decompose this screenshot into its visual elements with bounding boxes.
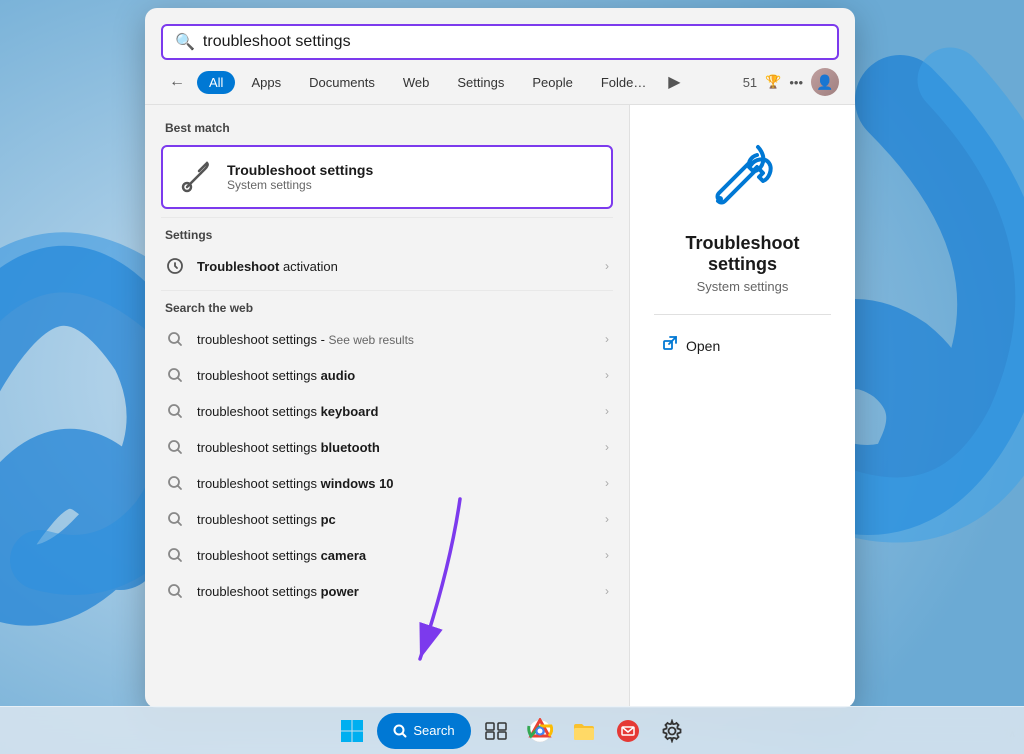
taskbar: Search bbox=[0, 706, 1024, 754]
web-item-0[interactable]: troubleshoot settings - See web results … bbox=[145, 321, 629, 357]
right-panel: Troubleshoot settings System settings Op… bbox=[630, 105, 855, 708]
web-item-3[interactable]: troubleshoot settings bluetooth › bbox=[145, 429, 629, 465]
web-item-text-5: troubleshoot settings pc bbox=[197, 512, 593, 527]
divider-1 bbox=[161, 217, 613, 218]
score-value: 51 bbox=[743, 75, 757, 90]
chevron-icon-5: › bbox=[605, 512, 609, 526]
search-input[interactable]: troubleshoot settings bbox=[203, 33, 825, 51]
web-item-text-7: troubleshoot settings power bbox=[197, 584, 593, 599]
best-match-item[interactable]: Troubleshoot settings System settings bbox=[161, 145, 613, 209]
best-match-text: Troubleshoot settings System settings bbox=[227, 162, 373, 192]
chevron-icon-2: › bbox=[605, 404, 609, 418]
filter-tabs: ← All Apps Documents Web Settings People… bbox=[145, 60, 855, 105]
settings-item-text: Troubleshoot activation bbox=[197, 259, 593, 274]
taskbar-search-button[interactable]: Search bbox=[377, 713, 470, 749]
back-button[interactable]: ← bbox=[161, 69, 193, 95]
taskbar-search-label: Search bbox=[413, 723, 454, 738]
best-match-subtitle: System settings bbox=[227, 178, 373, 192]
web-item-7[interactable]: troubleshoot settings power › bbox=[145, 573, 629, 609]
search-icon: 🔍 bbox=[175, 32, 195, 52]
circle-icon bbox=[165, 256, 185, 276]
search-web-icon-3 bbox=[165, 437, 185, 457]
web-section-label: Search the web bbox=[145, 297, 629, 321]
web-item-text-0: troubleshoot settings - See web results bbox=[197, 332, 593, 347]
external-link-icon bbox=[662, 335, 678, 356]
web-item-5[interactable]: troubleshoot settings pc › bbox=[145, 501, 629, 537]
right-panel-icon bbox=[703, 137, 783, 217]
mail-button[interactable] bbox=[609, 712, 647, 750]
right-panel-title: Troubleshoot settings bbox=[654, 233, 831, 275]
web-item-text-3: troubleshoot settings bluetooth bbox=[197, 440, 593, 455]
best-match-title: Troubleshoot settings bbox=[227, 162, 373, 178]
task-view-button[interactable] bbox=[477, 712, 515, 750]
tab-all[interactable]: All bbox=[197, 71, 235, 94]
settings-section-label: Settings bbox=[145, 224, 629, 248]
open-link[interactable]: Open bbox=[654, 331, 728, 360]
chevron-icon-0: › bbox=[605, 332, 609, 346]
settings-item-troubleshoot-activation[interactable]: Troubleshoot activation › bbox=[145, 248, 629, 284]
troubleshoot-icon bbox=[179, 159, 215, 195]
web-item-1[interactable]: troubleshoot settings audio › bbox=[145, 357, 629, 393]
divider-2 bbox=[161, 290, 613, 291]
right-panel-subtitle: System settings bbox=[697, 279, 789, 294]
best-match-label: Best match bbox=[145, 117, 629, 141]
search-web-icon-5 bbox=[165, 509, 185, 529]
web-item-text-2: troubleshoot settings keyboard bbox=[197, 404, 593, 419]
tab-settings[interactable]: Settings bbox=[445, 71, 516, 94]
user-avatar[interactable]: 👤 bbox=[811, 68, 839, 96]
left-panel: Best match Troubleshoot settings System … bbox=[145, 105, 630, 708]
search-web-icon-7 bbox=[165, 581, 185, 601]
chevron-icon-6: › bbox=[605, 548, 609, 562]
web-item-4[interactable]: troubleshoot settings windows 10 › bbox=[145, 465, 629, 501]
search-web-icon-0 bbox=[165, 329, 185, 349]
chevron-icon-3: › bbox=[605, 440, 609, 454]
search-panel: 🔍 troubleshoot settings ← All Apps Docum… bbox=[145, 8, 855, 708]
web-item-text-1: troubleshoot settings audio bbox=[197, 368, 593, 383]
score-area: 51 🏆 ••• 👤 bbox=[743, 68, 839, 96]
web-item-6[interactable]: troubleshoot settings camera › bbox=[145, 537, 629, 573]
search-web-icon-2 bbox=[165, 401, 185, 421]
open-label: Open bbox=[686, 338, 720, 354]
search-web-icon-6 bbox=[165, 545, 185, 565]
search-web-icon-4 bbox=[165, 473, 185, 493]
search-web-icon-1 bbox=[165, 365, 185, 385]
more-options-icon[interactable]: ••• bbox=[789, 75, 803, 90]
tab-apps[interactable]: Apps bbox=[239, 71, 293, 94]
right-divider bbox=[654, 314, 831, 315]
main-content: Best match Troubleshoot settings System … bbox=[145, 105, 855, 708]
web-item-2[interactable]: troubleshoot settings keyboard › bbox=[145, 393, 629, 429]
web-item-text-6: troubleshoot settings camera bbox=[197, 548, 593, 563]
windows-start-button[interactable] bbox=[333, 712, 371, 750]
chevron-icon-1: › bbox=[605, 368, 609, 382]
tab-folders[interactable]: Folde… bbox=[589, 71, 659, 94]
chevron-icon-7: › bbox=[605, 584, 609, 598]
file-explorer-button[interactable] bbox=[565, 712, 603, 750]
tab-documents[interactable]: Documents bbox=[297, 71, 387, 94]
chevron-icon-4: › bbox=[605, 476, 609, 490]
more-tabs-button[interactable]: ▶ bbox=[662, 70, 686, 94]
chrome-button[interactable] bbox=[521, 712, 559, 750]
settings-button[interactable] bbox=[653, 712, 691, 750]
score-icon: 🏆 bbox=[765, 74, 781, 90]
chevron-icon: › bbox=[605, 259, 609, 273]
search-input-area: 🔍 troubleshoot settings bbox=[145, 8, 855, 60]
search-input-wrapper[interactable]: 🔍 troubleshoot settings bbox=[161, 24, 839, 60]
tab-web[interactable]: Web bbox=[391, 71, 442, 94]
tab-people[interactable]: People bbox=[520, 71, 584, 94]
web-item-text-4: troubleshoot settings windows 10 bbox=[197, 476, 593, 491]
